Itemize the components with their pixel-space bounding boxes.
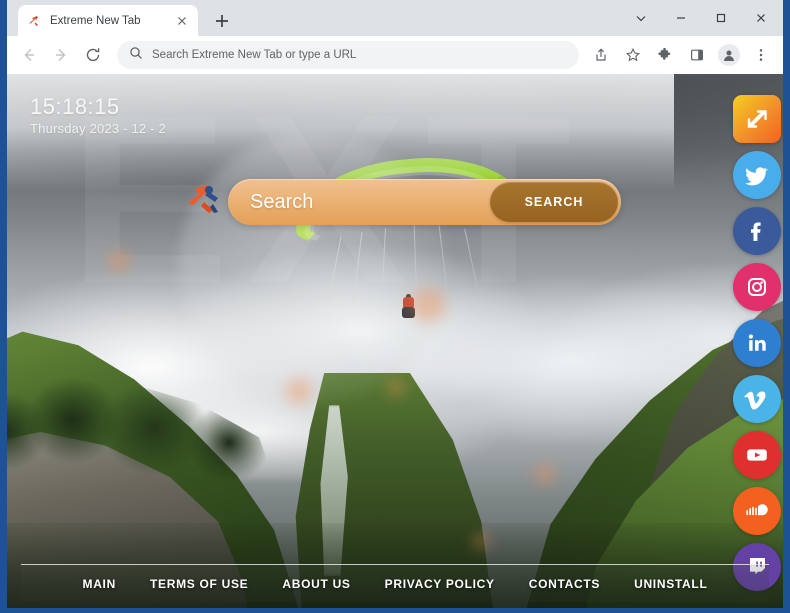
arrows-tile[interactable] xyxy=(733,95,781,143)
kebab-menu-icon[interactable] xyxy=(748,42,774,68)
extreme-new-tab-logo-icon xyxy=(185,182,223,214)
search-icon xyxy=(129,46,143,65)
new-tab-page: EXT 15:18:15 Thurs xyxy=(7,74,783,608)
arrow-right-icon[interactable] xyxy=(47,41,75,69)
tab-search-button[interactable] xyxy=(621,2,661,34)
browser-tab[interactable]: Extreme New Tab xyxy=(18,5,198,36)
toolbar-actions xyxy=(585,42,777,68)
minimize-button[interactable] xyxy=(661,2,701,34)
decorative-glass-orb xyxy=(177,132,448,403)
browser-window: Extreme New Tab Search Extreme New Tab o… xyxy=(0,0,790,613)
tab-strip: Extreme New Tab xyxy=(7,0,783,36)
orb-accent-dot xyxy=(472,533,489,550)
newtab-search-bar[interactable]: Search SEARCH xyxy=(228,179,621,225)
window-controls xyxy=(621,0,781,36)
facebook-icon[interactable] xyxy=(733,207,781,255)
reload-icon[interactable] xyxy=(79,41,107,69)
star-icon[interactable] xyxy=(620,42,646,68)
search-submit-button[interactable]: SEARCH xyxy=(490,182,618,222)
orb-accent-dot xyxy=(410,287,445,322)
youtube-icon[interactable] xyxy=(733,431,781,479)
maximize-button[interactable] xyxy=(701,2,741,34)
soundcloud-icon[interactable] xyxy=(733,487,781,535)
footer-link-privacy-policy[interactable]: PRIVACY POLICY xyxy=(385,577,495,591)
instagram-icon[interactable] xyxy=(733,263,781,311)
social-links-rail xyxy=(733,95,781,591)
clock-date: Thursday 2023 - 12 - 2 xyxy=(30,121,166,136)
linkedin-icon[interactable] xyxy=(733,319,781,367)
vimeo-icon[interactable] xyxy=(733,375,781,423)
address-bar-placeholder: Search Extreme New Tab or type a URL xyxy=(152,49,357,61)
browser-toolbar: Search Extreme New Tab or type a URL xyxy=(7,36,783,74)
sidepanel-icon[interactable] xyxy=(684,42,710,68)
clock-time: 15:18:15 xyxy=(30,94,120,119)
orb-accent-dot xyxy=(107,250,130,273)
extension-favicon-icon xyxy=(26,13,42,29)
share-icon[interactable] xyxy=(588,42,614,68)
footer-link-main[interactable]: MAIN xyxy=(83,577,116,591)
clock-widget: 15:18:15 Thursday 2023 - 12 - 2 xyxy=(30,94,166,136)
new-tab-button[interactable] xyxy=(210,9,234,33)
footer-link-about-us[interactable]: ABOUT US xyxy=(282,577,350,591)
footer-link-contacts[interactable]: CONTACTS xyxy=(529,577,600,591)
paraglider-line xyxy=(464,229,479,294)
tab-title: Extreme New Tab xyxy=(50,14,141,27)
avatar-icon[interactable] xyxy=(718,44,740,66)
search-input[interactable]: Search xyxy=(250,191,490,214)
footer-link-uninstall[interactable]: UNINSTALL xyxy=(634,577,707,591)
close-window-button[interactable] xyxy=(741,2,781,34)
arrow-left-icon[interactable] xyxy=(15,41,43,69)
newtab-footer-nav: MAIN TERMS OF USE ABOUT US PRIVACY POLIC… xyxy=(21,564,769,602)
orb-accent-dot xyxy=(534,463,555,484)
twitter-icon[interactable] xyxy=(733,151,781,199)
address-bar[interactable]: Search Extreme New Tab or type a URL xyxy=(117,41,579,69)
footer-link-terms-of-use[interactable]: TERMS OF USE xyxy=(150,577,248,591)
close-icon[interactable] xyxy=(174,13,190,29)
puzzle-icon[interactable] xyxy=(652,42,678,68)
